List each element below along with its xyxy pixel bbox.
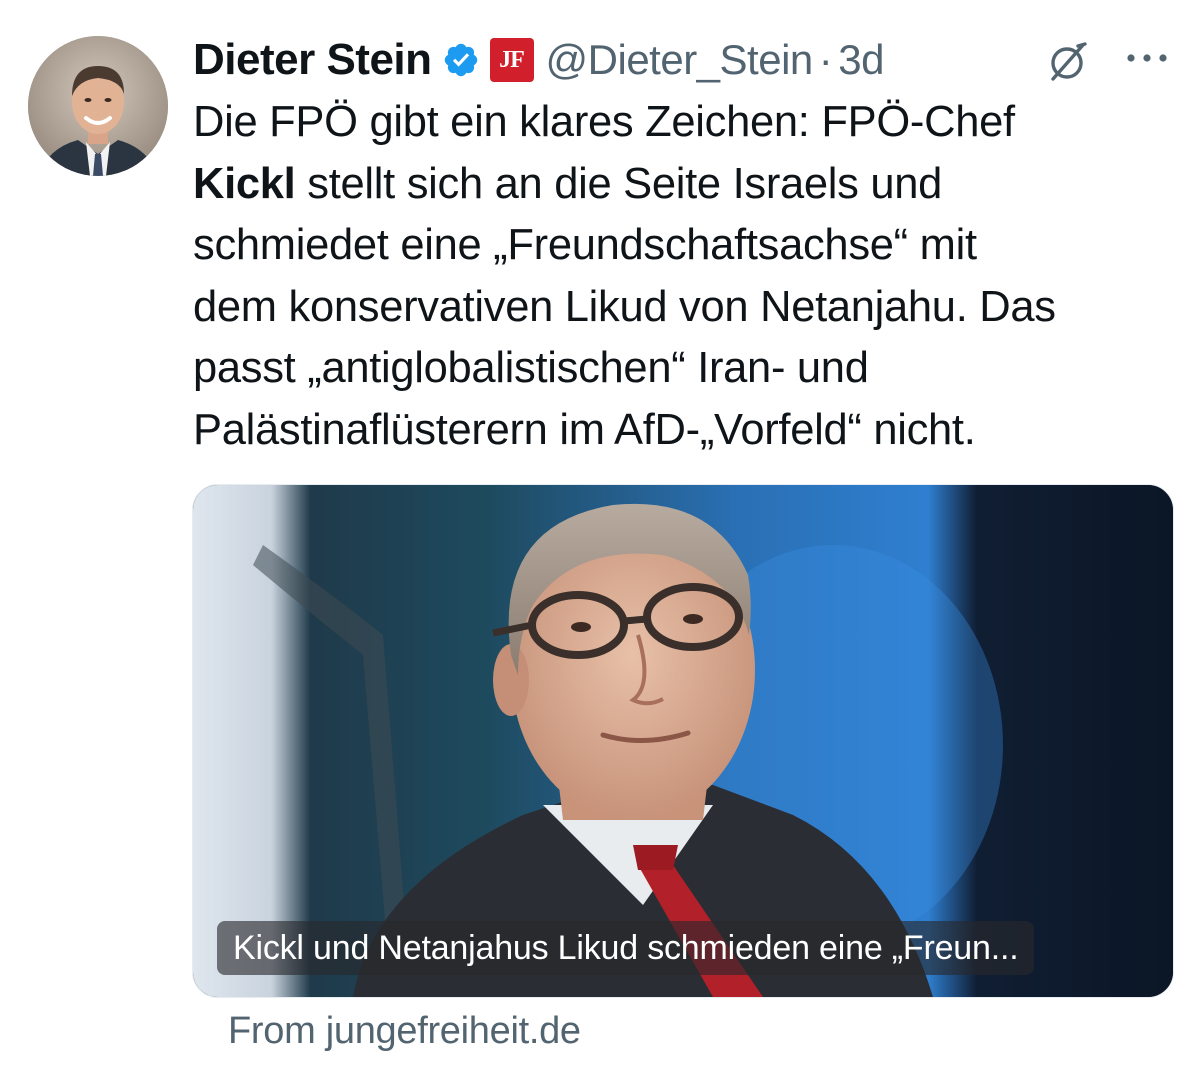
author-display-name[interactable]: Dieter Stein bbox=[193, 35, 432, 85]
tweet-text-line: schmiedet eine „Freundschaftsachse“ mit bbox=[193, 221, 977, 269]
affiliation-badge[interactable]: JF bbox=[489, 38, 534, 82]
tweet-text-line: Palästinaflüsterern im AfD-„Vorfeld“ nic… bbox=[193, 405, 976, 454]
more-options-icon[interactable] bbox=[1122, 40, 1172, 76]
verified-badge-icon[interactable] bbox=[442, 41, 480, 79]
link-preview-card[interactable]: Kickl und Netanjahus Likud schmieden ein… bbox=[192, 484, 1174, 998]
card-source-link[interactable]: From jungefreiheit.de bbox=[228, 1010, 581, 1053]
tweet-header: Dieter Stein JF @Dieter_Stein · 3d bbox=[193, 30, 884, 90]
card-caption: Kickl und Netanjahus Likud schmieden ein… bbox=[217, 921, 1035, 975]
mention-bold-kickl: Kickl bbox=[193, 159, 296, 208]
timestamp[interactable]: 3d bbox=[838, 36, 884, 84]
tweet[interactable]: Dieter Stein JF @Dieter_Stein · 3d Die F… bbox=[0, 0, 1200, 1077]
tweet-text: Die FPÖ gibt ein klares Zeichen: FPÖ-Che… bbox=[193, 92, 1183, 461]
author-handle[interactable]: @Dieter_Stein bbox=[546, 36, 814, 84]
tweet-text-line: Kickl stellt sich an die Seite Israels u… bbox=[193, 159, 943, 208]
separator-dot: · bbox=[818, 36, 833, 83]
tweet-text-line: passt „antiglobalistischen“ Iran- und bbox=[193, 344, 869, 392]
avatar-portrait bbox=[28, 36, 168, 176]
author-avatar[interactable] bbox=[28, 36, 168, 176]
grok-icon[interactable] bbox=[1042, 36, 1092, 86]
tweet-text-line: Die FPÖ gibt ein klares Zeichen: FPÖ-Che… bbox=[193, 98, 1015, 146]
tweet-text-line: dem konservativen Likud von Netanjahu. D… bbox=[193, 282, 1056, 331]
